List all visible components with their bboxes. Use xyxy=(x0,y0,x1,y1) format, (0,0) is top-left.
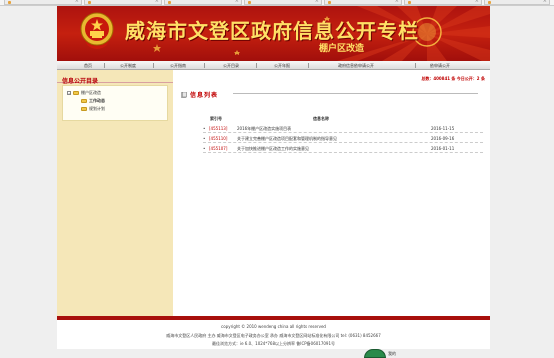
national-emblem-icon xyxy=(80,12,114,49)
tree-root-label: 棚户区改造 xyxy=(81,90,101,95)
footer-copyright: copyright © 2010 wendeng china all right… xyxy=(221,324,326,329)
browser-tab[interactable]: × xyxy=(324,0,402,5)
close-icon[interactable]: × xyxy=(475,0,479,4)
bullet-icon: • xyxy=(203,136,206,141)
nav-divider xyxy=(415,63,416,68)
row-code-link[interactable]: [455107] xyxy=(209,146,227,151)
tree-item-plans[interactable]: 规划计划 xyxy=(81,106,105,112)
tree-root[interactable]: − 棚户区改造 xyxy=(67,90,101,96)
footer-browser-note: 最佳浏览方式：ie 6.0、1024*768以上分辨率 鲁ICP备0601709… xyxy=(211,341,336,346)
nav-apply-disclosure[interactable]: 政府信息依申请公开 xyxy=(338,63,374,69)
nav-divider xyxy=(153,63,154,68)
nav-disclosure-guide[interactable]: 公开指南 xyxy=(170,63,186,69)
disclosure-stats: 总数：400841 条 今日公开：2 条 xyxy=(421,76,485,81)
browser-tab[interactable]: × xyxy=(404,0,482,5)
nav-disclosure-catalog[interactable]: 公开目录 xyxy=(223,63,239,69)
page-icon xyxy=(8,1,11,4)
nav-apply-on-request[interactable]: 依申请公开 xyxy=(430,63,450,69)
row-title-link[interactable]: 2016年棚户区改造实施项目表 xyxy=(237,126,291,132)
row-title-link[interactable]: 关于加快推进棚户区改造工作的实施意见 xyxy=(237,146,309,152)
table-row[interactable]: • [455107] 关于加快推进棚户区改造工作的实施意见 2016-01-11 xyxy=(203,145,483,153)
page-icon xyxy=(408,1,411,4)
main-content: 总数：400841 条 今日公开：2 条 信息列表 索引号 信息名称 • [45… xyxy=(173,70,490,316)
browser-tab[interactable]: × xyxy=(4,0,82,5)
bullet-icon: • xyxy=(203,126,206,131)
table-row[interactable]: • [455110] 关于建立完善棚户区改造项目配套和管理机制的指导意见 201… xyxy=(203,135,483,143)
sidebar-title: 信息公开目录 xyxy=(62,78,99,85)
nav-home[interactable]: 首页 xyxy=(84,63,92,69)
certification-badge-icon[interactable] xyxy=(364,349,386,358)
row-date: 2016-11-15 xyxy=(431,126,455,131)
document-icon xyxy=(181,91,187,98)
footer-sponsor: 威海市文登区人民政府 主办 威海市文登区电子政务办公室 承办 威海市文登区网站标… xyxy=(166,333,381,338)
nav-divider xyxy=(308,63,309,68)
list-header: 信息列表 xyxy=(181,90,218,99)
tree-item-label: 规划计划 xyxy=(89,106,105,111)
collapse-icon[interactable]: − xyxy=(67,91,71,95)
close-icon[interactable]: × xyxy=(543,0,547,4)
banner-title: 威海市文登区政府信息公开专栏 xyxy=(125,19,419,43)
browser-tab[interactable]: × xyxy=(244,0,322,5)
main-nav: 首页 公开制度 公开指南 公开目录 公开年报 政府信息依申请公开 依申请公开 xyxy=(57,61,490,70)
browser-tab[interactable]: × xyxy=(484,0,550,5)
row-code-link[interactable]: [455113] xyxy=(209,126,227,131)
catalog-tree: − 棚户区改造 工作动态 规划计划 xyxy=(62,85,168,121)
sidebar: 信息公开目录 − 棚户区改造 工作动态 规划计划 xyxy=(57,70,173,316)
row-date: 2016-09-16 xyxy=(431,136,455,141)
nav-disclosure-rules[interactable]: 公开制度 xyxy=(120,63,136,69)
row-title-link[interactable]: 关于建立完善棚户区改造项目配套和管理机制的指导意见 xyxy=(237,136,337,142)
close-icon[interactable]: × xyxy=(155,0,159,4)
bullet-icon: • xyxy=(203,146,206,151)
browser-tab[interactable]: × xyxy=(84,0,162,5)
nav-divider xyxy=(204,63,205,68)
close-icon[interactable]: × xyxy=(235,0,239,4)
page-container: 威海市文登区政府信息公开专栏 棚户区改造 首页 公开制度 公开指南 公开目录 公… xyxy=(57,6,490,349)
page-icon xyxy=(88,1,91,4)
close-icon[interactable]: × xyxy=(315,0,319,4)
certification-badge-label[interactable]: 我的 xyxy=(388,351,396,357)
nav-annual-report[interactable]: 公开年报 xyxy=(274,63,290,69)
close-icon[interactable]: × xyxy=(395,0,399,4)
row-code-link[interactable]: [455110] xyxy=(209,136,227,141)
column-header-title: 信息名称 xyxy=(313,116,329,121)
folder-icon xyxy=(73,91,79,95)
list-title-divider xyxy=(233,93,478,94)
folder-icon xyxy=(81,99,87,103)
close-icon[interactable]: × xyxy=(75,0,79,4)
row-date: 2016-01-11 xyxy=(431,146,455,151)
list-title: 信息列表 xyxy=(190,92,219,99)
page-icon xyxy=(488,1,491,4)
page-icon xyxy=(168,1,171,4)
page-icon xyxy=(328,1,331,4)
banner-subtitle: 棚户区改造 xyxy=(319,44,365,54)
browser-tab[interactable]: × xyxy=(164,0,242,5)
site-banner: 威海市文登区政府信息公开专栏 棚户区改造 xyxy=(57,6,490,61)
sidebar-header: 信息公开目录 xyxy=(57,74,173,85)
table-row[interactable]: • [455113] 2016年棚户区改造实施项目表 2016-11-15 xyxy=(203,125,483,133)
nav-divider xyxy=(104,63,105,68)
nav-divider xyxy=(256,63,257,68)
page-icon xyxy=(248,1,251,4)
tree-item-label: 工作动态 xyxy=(89,98,105,103)
folder-icon xyxy=(81,107,87,111)
site-footer: copyright © 2010 wendeng china all right… xyxy=(57,320,490,349)
tree-item-work-news[interactable]: 工作动态 xyxy=(81,98,105,104)
column-header-code: 索引号 xyxy=(210,116,222,121)
